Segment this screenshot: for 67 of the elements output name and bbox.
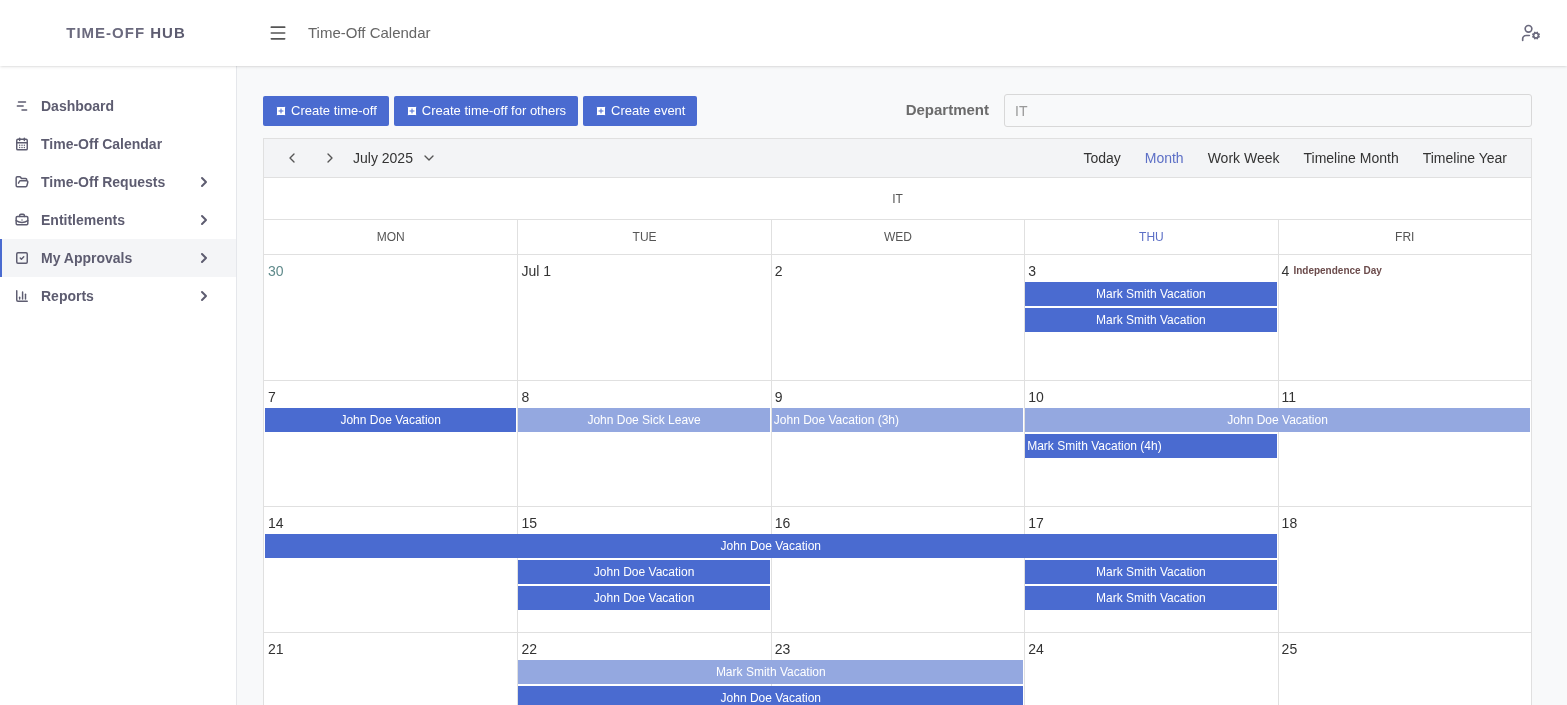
sidebar-item[interactable]: My Approvals [0, 239, 236, 277]
date-number: 25 [1281, 640, 1298, 659]
sidebar-item[interactable]: Reports [0, 277, 236, 315]
event-bar[interactable]: Mark Smith Vacation [1025, 560, 1277, 584]
weekday-header: WED [770, 220, 1025, 254]
event-bar[interactable]: John Doe Vacation [518, 560, 770, 584]
event-bar[interactable]: Mark Smith Vacation (4h) [1025, 434, 1277, 458]
plus-icon [405, 104, 418, 117]
date-number: 15 [521, 514, 537, 533]
date-number: 8 [521, 388, 530, 407]
date-number: 22 [521, 640, 537, 659]
date-number: Jul 1 [521, 262, 551, 281]
date-number: 18 [1281, 514, 1298, 533]
event-bar[interactable]: Mark Smith Vacation [1025, 586, 1277, 610]
brand-logo: TIME-OFF HUB [66, 22, 186, 43]
date-number: 24 [1028, 640, 1044, 659]
event-bar[interactable]: John Doe Vacation [265, 408, 517, 432]
bar-chart-icon [15, 289, 29, 303]
weekday-header: MON [375, 229, 406, 246]
event-bar[interactable]: John Doe Vacation [518, 686, 1024, 705]
briefcase-icon [15, 213, 29, 227]
create-button[interactable]: Create time-off for others [393, 95, 578, 126]
event-bar[interactable]: John Doe Vacation [518, 586, 770, 610]
date-number: 16 [774, 514, 791, 533]
date-number: 11 [1281, 388, 1297, 407]
plus-icon [275, 104, 287, 117]
event-bar[interactable]: Mark Smith Vacation [1025, 282, 1277, 306]
page-title: Time-Off Calendar [308, 22, 431, 43]
event-bar[interactable]: Mark Smith Vacation [1025, 308, 1277, 332]
department-label: Department [905, 100, 989, 121]
plus-icon [595, 104, 607, 117]
chart-icon [15, 99, 29, 113]
date-number: 2 [774, 262, 783, 281]
sidebar-item[interactable]: Time-Off Calendar [0, 125, 236, 163]
holiday-label: Independence Day [1293, 264, 1382, 278]
create-button[interactable]: Create event [583, 95, 698, 126]
weekday-header: FRI [1277, 220, 1531, 254]
folder-icon [15, 175, 29, 189]
weekday-header: THU [1024, 220, 1278, 254]
menu-icon[interactable] [268, 23, 288, 43]
event-bar[interactable]: John Doe Vacation [265, 534, 1277, 558]
department-field[interactable]: IT [1004, 94, 1532, 127]
view-tab[interactable]: Month [1144, 147, 1184, 169]
date-number: 21 [268, 640, 284, 659]
date-number: 10 [1028, 388, 1044, 407]
sidebar-item[interactable]: Dashboard [0, 87, 236, 125]
user-settings-icon[interactable] [1521, 23, 1541, 43]
view-tab[interactable]: Timeline Month [1303, 147, 1399, 169]
sidebar-item[interactable]: Time-Off Requests [0, 163, 236, 201]
date-number: 23 [774, 640, 791, 659]
date-number: 3 [1028, 262, 1036, 281]
date-number: 14 [268, 514, 284, 533]
checkbox-icon [15, 251, 29, 265]
calendar-icon [15, 137, 29, 151]
period-dropdown[interactable]: July 2025 [353, 147, 437, 169]
date-number: 17 [1028, 514, 1044, 533]
create-button[interactable]: Create time-off [263, 95, 389, 126]
group-heading: IT [892, 190, 903, 208]
date-number: 9 [774, 388, 783, 407]
date-number: 30 [268, 262, 284, 281]
date-number: 7 [268, 388, 276, 407]
view-tab[interactable]: Work Week [1207, 147, 1280, 169]
sidebar-item[interactable]: Entitlements [0, 201, 236, 239]
view-tab[interactable]: Today [1083, 147, 1121, 169]
date-number: 4 [1281, 262, 1290, 281]
weekday-header: TUE [517, 220, 771, 254]
view-tab[interactable]: Timeline Year [1422, 147, 1507, 169]
